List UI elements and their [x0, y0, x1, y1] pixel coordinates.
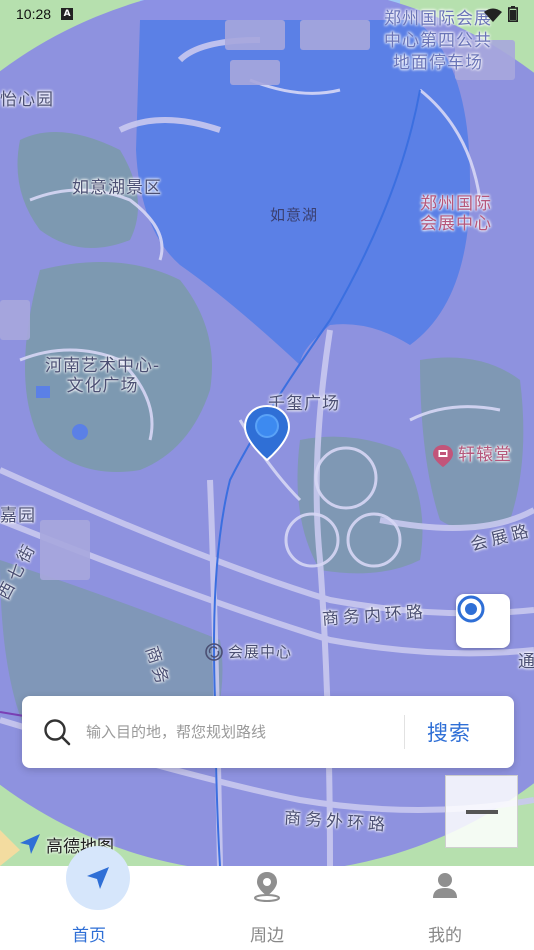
map-logo-text: 高德地图 [46, 837, 114, 857]
map-label-ruyi-lake-scenic: 如意湖景区 [72, 178, 162, 198]
metro-station-icon [204, 642, 224, 662]
status-indicators [484, 6, 518, 22]
current-location-marker [243, 404, 291, 462]
wifi-icon [484, 7, 502, 22]
locate-target-icon [457, 595, 498, 636]
nav-tab-home[interactable]: 首页 [0, 866, 178, 950]
map-provider-logo: 高德地图 [18, 832, 114, 857]
battery-icon [508, 6, 518, 22]
map-label-yixin-garden: 怡心园 [0, 90, 54, 110]
map-label-jia-garden: 嘉园 [0, 506, 36, 526]
map-label-tong: 通 [518, 652, 534, 672]
search-button[interactable]: 搜索 [427, 717, 471, 747]
user-profile-icon [430, 870, 460, 902]
poi-xuanyuan-hall-label: 轩辕堂 [458, 444, 512, 465]
nav-tab-mine-label: 我的 [428, 926, 462, 946]
locate-me-button[interactable] [456, 594, 510, 648]
search-bar: 搜索 [22, 696, 514, 768]
amap-arrow-icon [18, 833, 42, 857]
nav-tab-nearby-label: 周边 [250, 926, 284, 946]
status-time: 10:28 [16, 6, 52, 22]
map-label-henan-art-center: 河南艺术中心- 文化广场 [45, 356, 161, 397]
poi-pin-icon [432, 444, 454, 467]
nav-tab-home-label: 首页 [72, 926, 106, 946]
minus-icon [465, 809, 498, 814]
nav-tab-nearby[interactable]: 周边 [178, 866, 356, 950]
map-label-expo-station-text: 会展中心 [228, 643, 293, 661]
notification-icon: A [61, 8, 74, 20]
destination-search-input[interactable] [86, 712, 396, 752]
map-label-expo-station[interactable]: 会展中心 [204, 642, 292, 662]
nav-tab-mine[interactable]: 我的 [356, 866, 534, 950]
map-label-ruyi-lake: 如意湖 [270, 206, 319, 224]
map-label-expo-center: 郑州国际 会展中心 [420, 194, 492, 235]
status-bar: 10:28 A [0, 0, 534, 28]
zoom-out-button[interactable] [445, 775, 518, 848]
nearby-location-icon [252, 870, 282, 902]
search-divider [404, 715, 405, 749]
poi-xuanyuan-hall[interactable]: 轩辕堂 [432, 444, 512, 467]
search-icon [42, 717, 72, 747]
bottom-navigation: 首页 周边 我的 [0, 866, 534, 950]
